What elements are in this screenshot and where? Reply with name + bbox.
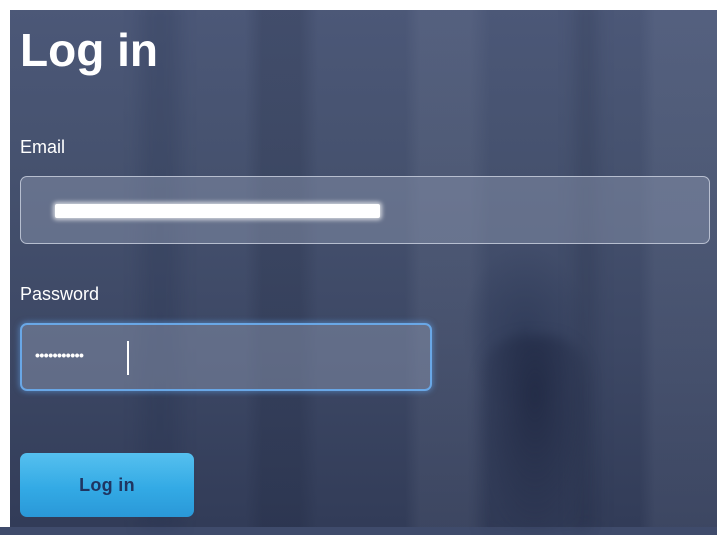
left-border [0, 10, 10, 527]
email-field[interactable] [20, 176, 710, 244]
background-image [0, 0, 717, 527]
background-pillar [140, 0, 180, 527]
redacted-email-value [55, 204, 380, 218]
top-border [0, 0, 717, 10]
masked-password-value: ••••••••••• [35, 347, 84, 363]
page-title: Log in [20, 24, 158, 76]
background-figure [480, 335, 590, 535]
email-label: Email [20, 137, 66, 157]
text-cursor [127, 341, 129, 375]
password-field[interactable]: ••••••••••• [20, 323, 432, 391]
login-button[interactable]: Log in [20, 453, 194, 517]
password-label: Password [20, 284, 100, 304]
